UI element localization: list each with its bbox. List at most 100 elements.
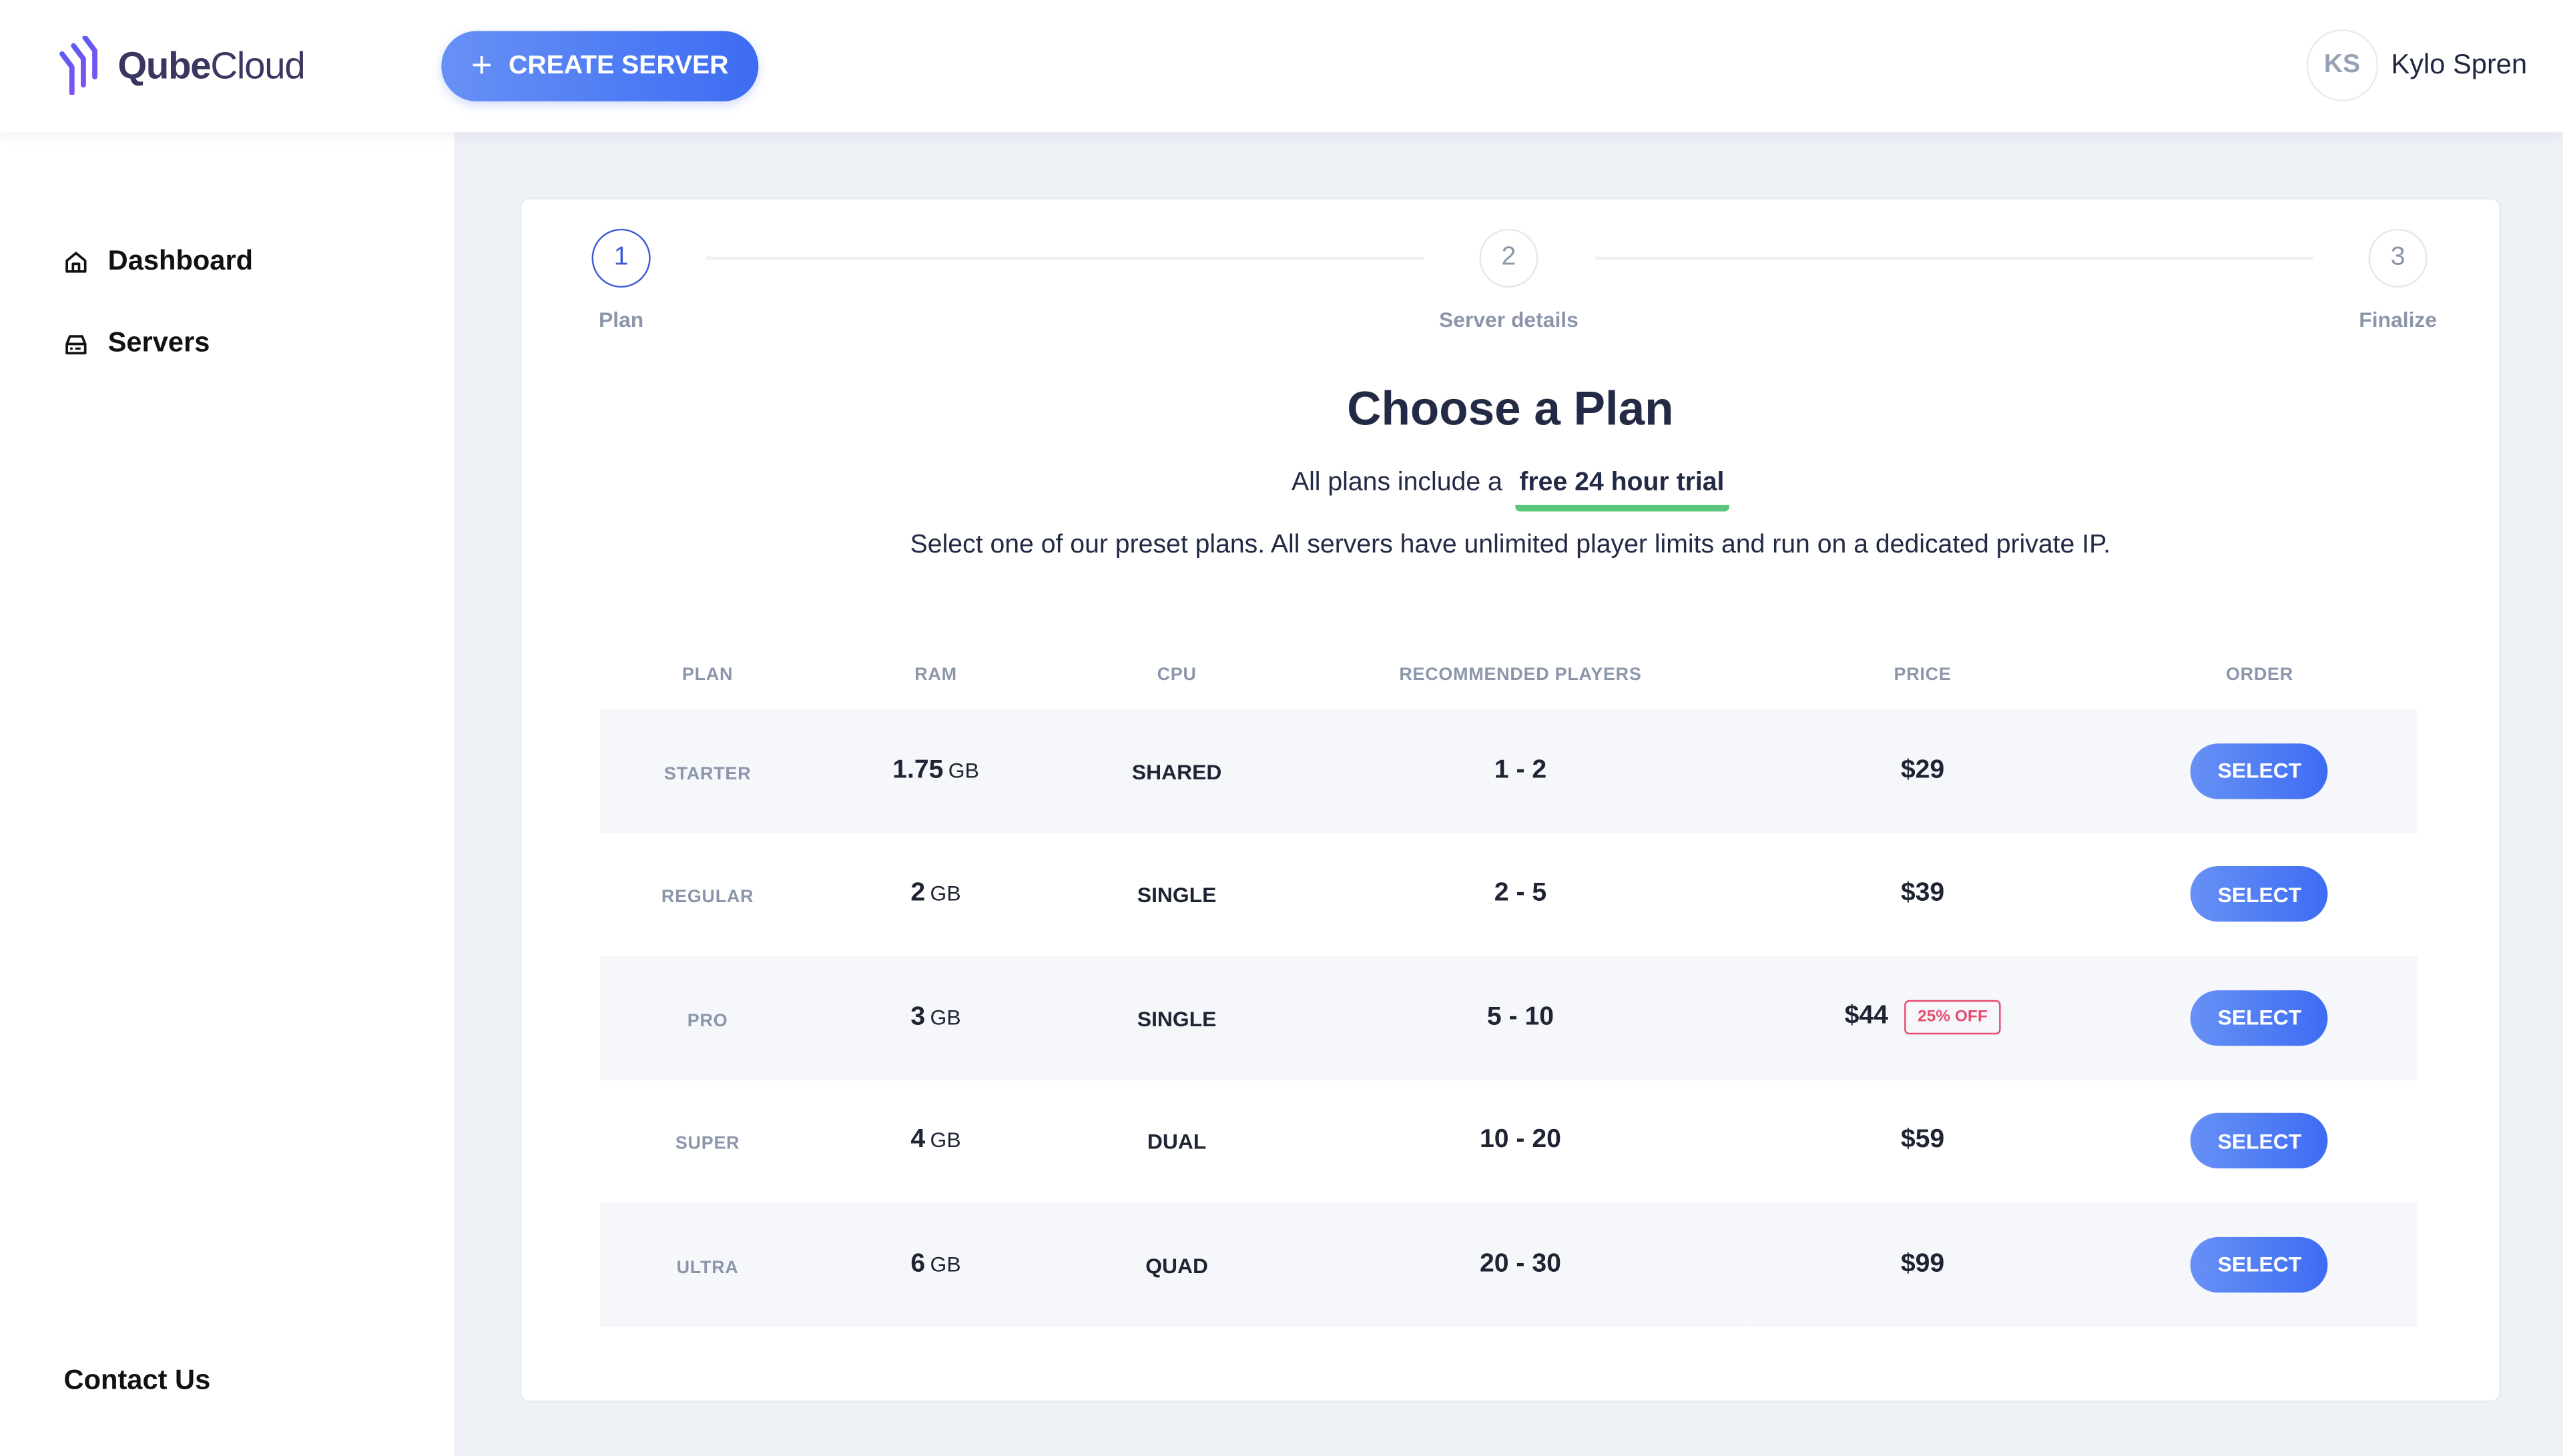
cpu-value: SHARED: [1131, 759, 1222, 784]
players-value: 20 - 30: [1479, 1249, 1561, 1278]
price-value: $99: [1900, 1249, 1945, 1278]
players-cell: 10 - 20: [1298, 1080, 1744, 1203]
plan-card: 1 Plan 2 Server details 3 Finalize Choos…: [519, 198, 2501, 1403]
column-header-price: PRICE: [1894, 665, 1952, 685]
cpu-value: SINGLE: [1137, 1006, 1217, 1031]
order-cell: SELECT: [2102, 1080, 2417, 1203]
plus-icon: +: [471, 43, 493, 85]
select-plan-button[interactable]: SELECT: [2191, 743, 2329, 799]
order-cell: SELECT: [2101, 709, 2418, 833]
price-cell: $44 25% OFF: [1743, 956, 2102, 1080]
ram-cell: 6 GB: [815, 1202, 1057, 1327]
column-header-ram: RAM: [914, 665, 957, 685]
sidebar-item-label: Servers: [107, 326, 210, 358]
order-cell: SELECT: [2101, 1202, 2418, 1327]
column-header-plan: PLAN: [681, 665, 734, 685]
step-number: 2: [1479, 228, 1538, 288]
ram-unit: GB: [930, 1128, 961, 1153]
logo-text: QubeCloud: [117, 43, 305, 87]
ram-value: 1.75: [892, 756, 944, 784]
cpu-value: DUAL: [1147, 1129, 1207, 1154]
sidebar-item-label: Dashboard: [107, 245, 254, 276]
user-name: Kylo Spren: [2391, 49, 2528, 81]
ram-value: 4: [910, 1126, 926, 1154]
players-value: 5 - 10: [1486, 1003, 1554, 1031]
app-root: QubeCloud + CREATE SERVER KS Kylo Spren …: [0, 0, 2563, 1456]
cpu-value: SINGLE: [1137, 883, 1217, 907]
price-value: $39: [1900, 879, 1945, 907]
qubecloud-logo-icon: [59, 35, 97, 95]
step-number: 1: [591, 228, 651, 288]
sidebar-item-servers[interactable]: Servers: [64, 327, 210, 360]
table-row: REGULAR 2 GB SINGLE 2 - 5 $39 SELECT: [600, 833, 2417, 956]
plan-name: ULTRA: [676, 1258, 739, 1278]
players-cell: 1 - 2: [1297, 709, 1744, 833]
contact-us-link[interactable]: Contact Us: [64, 1365, 211, 1397]
column-header-cpu: CPU: [1157, 665, 1197, 685]
ram-unit: GB: [930, 1004, 961, 1030]
logo[interactable]: QubeCloud: [59, 35, 306, 95]
step-number: 3: [2368, 228, 2428, 288]
order-cell: SELECT: [2102, 833, 2417, 956]
players-cell: 2 - 5: [1298, 833, 1744, 956]
players-value: 2 - 5: [1494, 879, 1547, 907]
cpu-cell: QUAD: [1056, 1202, 1298, 1327]
plan-name: REGULAR: [661, 887, 754, 907]
step-plan[interactable]: 1 Plan: [539, 228, 703, 332]
home-icon: [65, 251, 87, 272]
ram-unit: GB: [930, 1251, 961, 1277]
cpu-cell: DUAL: [1057, 1080, 1298, 1203]
price-value: $59: [1900, 1126, 1945, 1154]
players-cell: 5 - 10: [1297, 956, 1744, 1080]
create-server-button[interactable]: + CREATE SERVER: [441, 31, 759, 101]
ram-unit: GB: [948, 757, 979, 783]
table-header-row: PLAN RAM CPU RECOMMENDED PLAYERS PRICE O…: [600, 641, 2417, 709]
cpu-cell: SINGLE: [1056, 956, 1298, 1080]
top-bar: QubeCloud + CREATE SERVER KS Kylo Spren: [0, 0, 2563, 133]
cpu-value: QUAD: [1145, 1252, 1209, 1278]
ram-unit: GB: [930, 881, 961, 906]
step-label: Plan: [598, 307, 644, 332]
table-row: SUPER 4 GB DUAL 10 - 20 $59 SELECT: [600, 1080, 2417, 1203]
step-server-details[interactable]: 2 Server details: [1427, 228, 1591, 332]
table-row: ULTRA 6 GB QUAD 20 - 30 $99 SELECT: [599, 1202, 2418, 1327]
plans-table-body: STARTER 1.75 GB SHARED 1 - 2 $29 SELECT REGULAR…: [599, 709, 2418, 1327]
step-connector: [1595, 256, 2313, 260]
sidebar: Dashboard Servers Contact Us: [0, 132, 455, 1456]
logo-text-bold: Qube: [117, 43, 211, 86]
players-value: 1 - 2: [1494, 756, 1547, 784]
order-cell: SELECT: [2101, 956, 2418, 1080]
select-plan-button[interactable]: SELECT: [2191, 866, 2329, 922]
price-value: $29: [1900, 756, 1945, 784]
user-menu[interactable]: KS Kylo Spren: [2306, 29, 2527, 101]
plan-name: PRO: [687, 1011, 728, 1031]
plan-name: STARTER: [663, 764, 752, 784]
select-plan-button[interactable]: SELECT: [2191, 1113, 2329, 1169]
avatar: KS: [2306, 29, 2378, 101]
plan-cell: ULTRA: [599, 1202, 816, 1327]
price-cell: $99: [1743, 1202, 2102, 1327]
price-cell: $39: [1743, 833, 2102, 956]
cpu-cell: SHARED: [1056, 709, 1298, 833]
step-label: Finalize: [2359, 307, 2438, 332]
select-plan-button[interactable]: SELECT: [2191, 1236, 2329, 1293]
create-server-label: CREATE SERVER: [509, 51, 729, 79]
price-cell: $29: [1743, 709, 2102, 833]
step-finalize[interactable]: 3 Finalize: [2316, 228, 2480, 332]
select-plan-button[interactable]: SELECT: [2191, 990, 2329, 1046]
trial-prefix: All plans include a: [1291, 468, 1502, 497]
step-connector: [705, 256, 1424, 260]
cpu-cell: SINGLE: [1057, 833, 1298, 956]
ram-value: 2: [910, 879, 926, 907]
step-label: Server details: [1439, 307, 1579, 332]
players-value: 10 - 20: [1479, 1126, 1561, 1154]
table-row: STARTER 1.75 GB SHARED 1 - 2 $29 SELECT: [599, 709, 2418, 833]
plan-cell: SUPER: [600, 1080, 816, 1203]
ram-cell: 2 GB: [815, 833, 1056, 956]
sidebar-item-dashboard[interactable]: Dashboard: [64, 245, 254, 278]
ram-value: 3: [910, 1003, 926, 1031]
ram-value: 6: [910, 1249, 926, 1278]
trial-notice: All plans include a free 24 hour trial: [521, 469, 2499, 512]
plans-description: Select one of our preset plans. All serv…: [910, 530, 2111, 559]
plan-cell: REGULAR: [600, 833, 816, 956]
